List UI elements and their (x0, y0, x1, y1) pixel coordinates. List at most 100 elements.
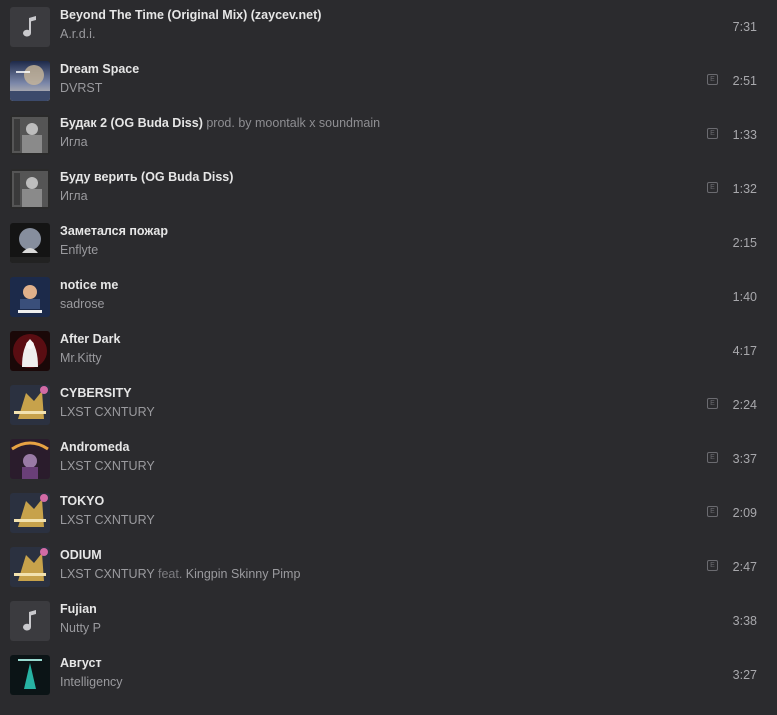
track-title-line[interactable]: Andromeda (60, 440, 129, 454)
track-row[interactable]: Буду верить (OG Buda Diss) Игла E 1:32 (0, 162, 777, 216)
track-title[interactable]: notice me (60, 278, 118, 292)
track-duration: 1:40 (732, 290, 757, 304)
track-artist-line[interactable]: Intelligency (60, 675, 123, 689)
album-cover[interactable] (10, 493, 50, 533)
album-cover[interactable] (10, 331, 50, 371)
track-artist-line[interactable]: LXST CXNTURY (60, 459, 155, 473)
track-title-line[interactable]: CYBERSITY (60, 386, 132, 400)
track-title[interactable]: Dream Space (60, 62, 139, 76)
track-row[interactable]: After Dark Mr.Kitty 4:17 (0, 324, 777, 378)
track-artist-line[interactable]: Игла (60, 189, 88, 203)
album-cover[interactable] (10, 169, 50, 209)
track-row[interactable]: Beyond The Time (Original Mix) (zaycev.n… (0, 0, 777, 54)
feat-label: feat. (157, 567, 183, 581)
track-title[interactable]: ODIUM (60, 548, 102, 562)
track-artist-line[interactable]: Игла (60, 135, 88, 149)
track-duration: 7:31 (732, 20, 757, 34)
track-title-line[interactable]: Август (60, 656, 102, 670)
track-artist[interactable]: Игла (60, 135, 88, 149)
explicit-badge: E (707, 398, 718, 409)
track-artist[interactable]: DVRST (60, 81, 102, 95)
album-cover[interactable] (10, 439, 50, 479)
explicit-badge: E (707, 506, 718, 517)
track-duration: 3:27 (732, 668, 757, 682)
track-row[interactable]: CYBERSITY LXST CXNTURY E 2:24 (0, 378, 777, 432)
track-title-line[interactable]: ODIUM (60, 548, 102, 562)
track-artist[interactable]: Nutty P (60, 621, 101, 635)
track-artist[interactable]: Mr.Kitty (60, 351, 102, 365)
track-duration: 4:17 (732, 344, 757, 358)
track-duration: 3:37 (732, 452, 757, 466)
track-row[interactable]: TOKYO LXST CXNTURY E 2:09 (0, 486, 777, 540)
track-row[interactable]: Август Intelligency 3:27 (0, 648, 777, 702)
album-cover[interactable] (10, 277, 50, 317)
track-subtitle: prod. by moontalk x soundmain (206, 116, 381, 130)
track-artist-line[interactable]: DVRST (60, 81, 102, 95)
explicit-badge: E (707, 560, 718, 571)
track-artist-line[interactable]: sadrose (60, 297, 104, 311)
track-row[interactable]: ODIUM LXST CXNTURY feat. Kingpin Skinny … (0, 540, 777, 594)
track-artist-line[interactable]: LXST CXNTURY feat. Kingpin Skinny Pimp (60, 567, 300, 581)
track-duration: 1:32 (732, 182, 757, 196)
track-title-line[interactable]: Заметался пожар (60, 224, 168, 238)
album-cover[interactable] (10, 655, 50, 695)
track-artist[interactable]: Intelligency (60, 675, 123, 689)
track-duration: 2:47 (732, 560, 757, 574)
explicit-badge: E (707, 452, 718, 463)
track-row[interactable]: Andromeda LXST CXNTURY E 3:37 (0, 432, 777, 486)
track-title[interactable]: Буду верить (OG Buda Diss) (60, 170, 233, 184)
track-title[interactable]: Заметался пожар (60, 224, 168, 238)
album-cover[interactable] (10, 223, 50, 263)
album-cover[interactable] (10, 61, 50, 101)
track-title-line[interactable]: Fujian (60, 602, 97, 616)
track-row[interactable]: Будак 2 (OG Buda Diss) prod. by moontalk… (0, 108, 777, 162)
track-title[interactable]: Август (60, 656, 102, 670)
track-artist-line[interactable]: LXST CXNTURY (60, 405, 155, 419)
track-row[interactable]: Fujian Nutty P 3:38 (0, 594, 777, 648)
track-list: Beyond The Time (Original Mix) (zaycev.n… (0, 0, 777, 702)
track-artist-line[interactable]: A.r.d.i. (60, 27, 95, 41)
track-title-line[interactable]: After Dark (60, 332, 120, 346)
track-artist[interactable]: Игла (60, 189, 88, 203)
track-title-line[interactable]: Beyond The Time (Original Mix) (zaycev.n… (60, 8, 321, 22)
track-duration: 2:15 (732, 236, 757, 250)
album-cover[interactable] (10, 385, 50, 425)
track-title-line[interactable]: notice me (60, 278, 118, 292)
track-title[interactable]: Andromeda (60, 440, 129, 454)
album-cover[interactable] (10, 115, 50, 155)
track-row[interactable]: Заметался пожар Enflyte 2:15 (0, 216, 777, 270)
track-artist[interactable]: sadrose (60, 297, 104, 311)
track-title-line[interactable]: Будак 2 (OG Buda Diss) prod. by moontalk… (60, 116, 380, 130)
track-artist[interactable]: Enflyte (60, 243, 98, 257)
track-artist-line[interactable]: Enflyte (60, 243, 98, 257)
track-duration: 2:09 (732, 506, 757, 520)
track-title-line[interactable]: Буду верить (OG Buda Diss) (60, 170, 233, 184)
track-artist[interactable]: LXST CXNTURY (60, 405, 155, 419)
album-cover[interactable] (10, 547, 50, 587)
track-duration: 3:38 (732, 614, 757, 628)
explicit-badge: E (707, 128, 718, 139)
track-title[interactable]: CYBERSITY (60, 386, 132, 400)
track-title[interactable]: Beyond The Time (Original Mix) (zaycev.n… (60, 8, 321, 22)
track-artist[interactable]: LXST CXNTURY (60, 567, 154, 581)
track-artist[interactable]: LXST CXNTURY (60, 459, 155, 473)
music-note-icon[interactable] (10, 7, 50, 47)
track-artist-line[interactable]: Mr.Kitty (60, 351, 102, 365)
track-artist-line[interactable]: LXST CXNTURY (60, 513, 155, 527)
track-title[interactable]: After Dark (60, 332, 120, 346)
music-note-icon[interactable] (10, 601, 50, 641)
track-title-line[interactable]: TOKYO (60, 494, 104, 508)
track-row[interactable]: Dream Space DVRST E 2:51 (0, 54, 777, 108)
track-title[interactable]: Будак 2 (OG Buda Diss) (60, 116, 203, 130)
track-row[interactable]: notice me sadrose 1:40 (0, 270, 777, 324)
track-title[interactable]: TOKYO (60, 494, 104, 508)
track-title[interactable]: Fujian (60, 602, 97, 616)
track-artist[interactable]: LXST CXNTURY (60, 513, 155, 527)
track-duration: 1:33 (732, 128, 757, 142)
featured-artist[interactable]: Kingpin Skinny Pimp (186, 567, 301, 581)
explicit-badge: E (707, 182, 718, 193)
track-artist[interactable]: A.r.d.i. (60, 27, 95, 41)
track-duration: 2:24 (732, 398, 757, 412)
track-artist-line[interactable]: Nutty P (60, 621, 101, 635)
track-title-line[interactable]: Dream Space (60, 62, 139, 76)
